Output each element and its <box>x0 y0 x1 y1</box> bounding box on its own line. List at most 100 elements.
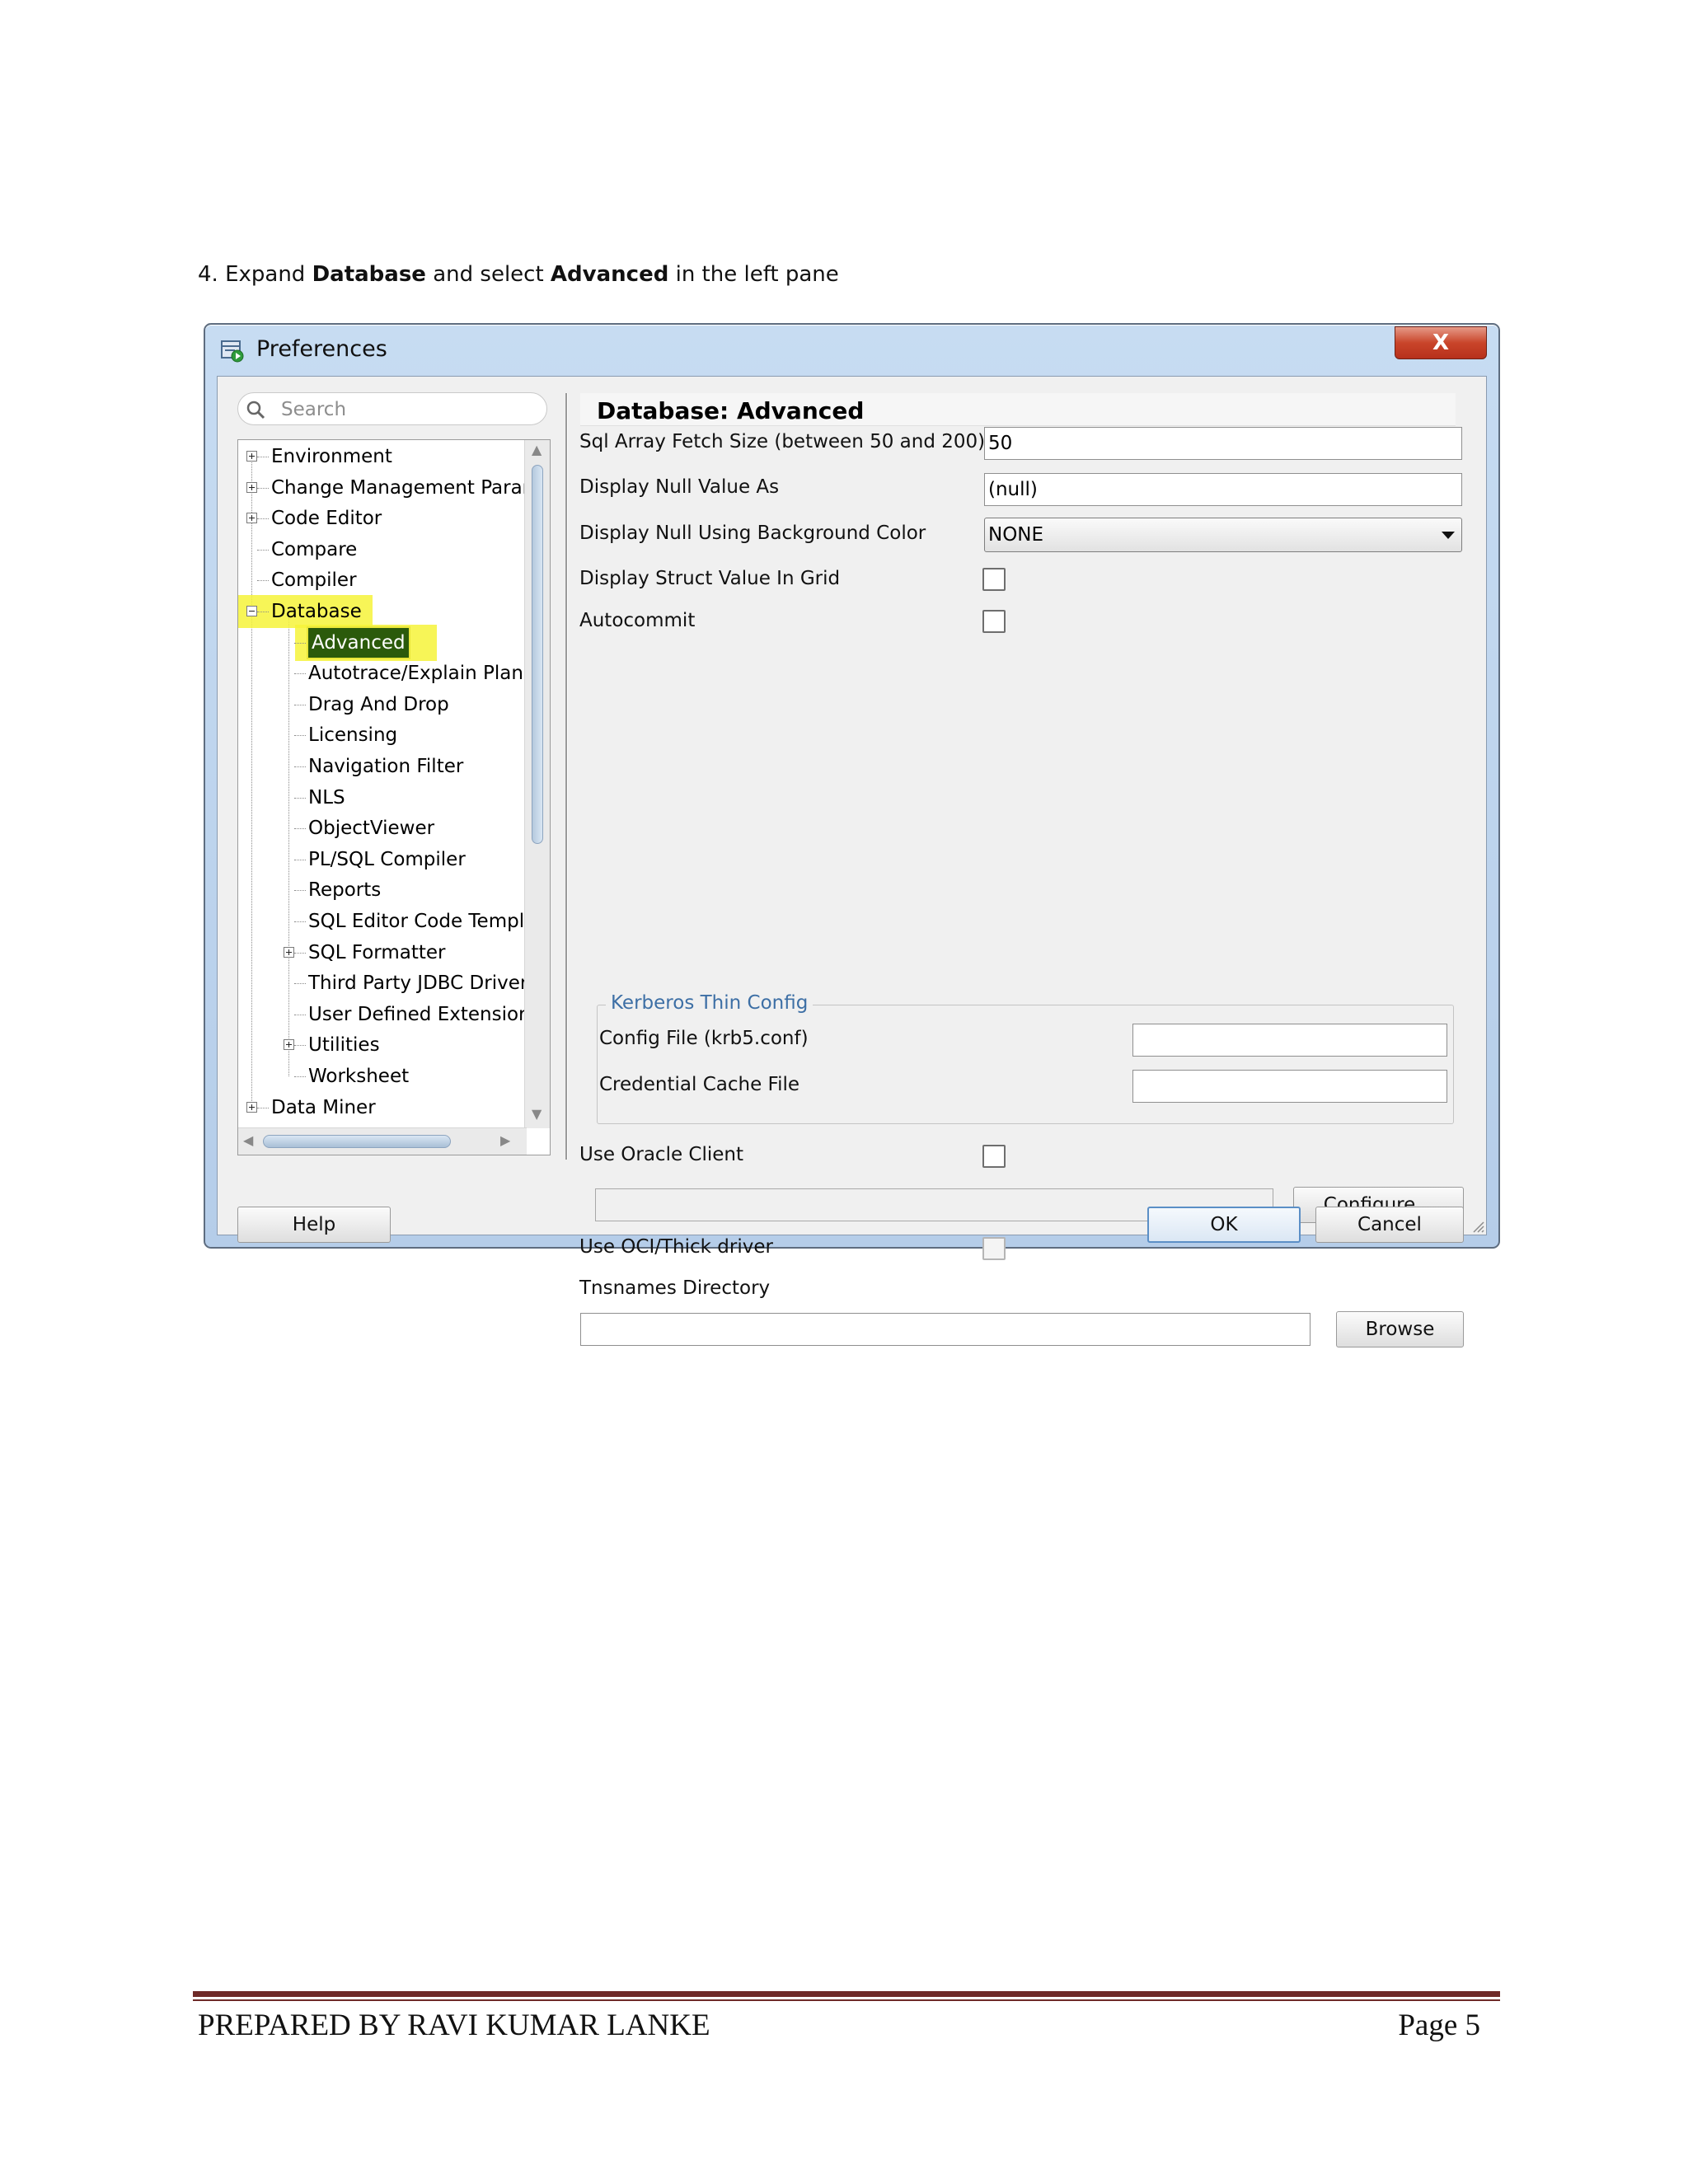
autocommit-label: Autocommit <box>579 610 696 631</box>
tree-item[interactable]: Database <box>238 597 527 626</box>
tree-item[interactable]: Reports <box>238 875 527 905</box>
expand-icon[interactable] <box>246 513 257 524</box>
tree-connector <box>294 673 306 675</box>
tree-item[interactable]: Third Party JDBC Driver <box>238 968 527 998</box>
scroll-up-icon[interactable]: ▲ <box>532 442 542 457</box>
tree-item-label: User Defined Extensior <box>308 1003 527 1025</box>
null-bg-select[interactable]: NONE <box>984 518 1462 552</box>
tree-connector <box>294 952 306 954</box>
scroll-right-icon[interactable]: ▶ <box>500 1132 510 1148</box>
tree-connector <box>257 580 269 582</box>
tree-connector <box>294 1076 306 1077</box>
expand-icon[interactable] <box>246 481 257 493</box>
expand-icon[interactable] <box>246 1101 257 1113</box>
tree-item-label: Environment <box>271 446 392 467</box>
dialog-client-area: Search Environment Change Management Para… <box>217 376 1487 1347</box>
tree-item-label: Code Editor <box>271 508 382 530</box>
tree-connector <box>294 921 306 922</box>
tree-item[interactable]: Utilities <box>238 1030 527 1060</box>
autocommit-checkbox[interactable] <box>982 610 1006 633</box>
chevron-down-icon <box>1442 532 1455 539</box>
resize-grip-icon[interactable] <box>1468 1216 1484 1233</box>
tree-item[interactable]: User Defined Extensior <box>238 1000 527 1029</box>
ok-button[interactable]: OK <box>1147 1207 1301 1243</box>
oci-thick-driver-checkbox[interactable] <box>982 1237 1006 1260</box>
preferences-tree[interactable]: Environment Change Management Parar Code E… <box>237 439 551 1155</box>
tree-item-label: SQL Formatter <box>308 941 446 963</box>
tnsnames-label: Tnsnames Directory <box>579 1277 771 1299</box>
tree-item[interactable]: NLS <box>238 783 527 813</box>
tree-item[interactable]: Advanced <box>238 626 527 659</box>
tree-connector <box>294 766 306 767</box>
expand-icon[interactable] <box>246 451 257 462</box>
tree-item[interactable]: Worksheet <box>238 1062 527 1091</box>
tree-connector <box>257 518 269 520</box>
tree-horizontal-scrollbar[interactable]: ◀ ▶ <box>238 1127 527 1155</box>
vertical-scroll-thumb[interactable] <box>532 465 543 844</box>
scroll-left-icon[interactable]: ◀ <box>243 1132 253 1148</box>
tree-item-label: Advanced <box>307 626 410 659</box>
tree-item-label: Third Party JDBC Driver <box>308 972 527 995</box>
credential-cache-field[interactable] <box>1132 1070 1447 1103</box>
config-file-field[interactable] <box>1132 1024 1447 1057</box>
help-button[interactable]: Help <box>237 1207 391 1243</box>
tree-item[interactable]: Change Management Parar <box>238 473 527 503</box>
kerberos-group: Kerberos Thin Config <box>597 992 1454 1124</box>
collapse-icon[interactable] <box>246 606 257 616</box>
fetch-size-field[interactable]: 50 <box>984 427 1462 460</box>
pane-divider[interactable] <box>565 393 568 1160</box>
instruction-middle: and select <box>425 262 551 287</box>
tree-item-label: Compare <box>271 538 358 560</box>
tree-item[interactable]: SQL Formatter <box>238 938 527 968</box>
close-button[interactable]: X <box>1395 326 1487 359</box>
footer-page-number: Page 5 <box>1398 2008 1480 2042</box>
footer-rule-thin <box>193 1999 1500 2001</box>
browse-button[interactable]: Browse <box>1336 1311 1464 1347</box>
tree-vertical-scrollbar[interactable]: ▲ ▼ <box>524 440 550 1128</box>
oracle-client-label: Use Oracle Client <box>579 1144 744 1165</box>
tree-item-label: Data Miner <box>271 1096 376 1118</box>
tree-item-label: SQL Editor Code Templ <box>308 911 525 932</box>
oci-thick-driver-label: Use OCI/Thick driver <box>579 1236 773 1258</box>
instruction-suffix: in the left pane <box>668 262 839 287</box>
config-file-label: Config File (krb5.conf) <box>599 1028 809 1049</box>
tree-item-label: Worksheet <box>308 1066 410 1087</box>
tree-item[interactable]: ObjectViewer <box>238 813 527 843</box>
tree-item[interactable]: Compiler <box>238 565 527 595</box>
oracle-client-checkbox[interactable] <box>982 1145 1006 1168</box>
instruction-prefix: 4. Expand <box>198 262 312 287</box>
expand-icon[interactable] <box>284 946 294 958</box>
tree-item[interactable]: Licensing <box>238 720 527 750</box>
tree-item-label: Database <box>271 601 362 622</box>
search-input[interactable]: Search <box>237 392 547 425</box>
tree-item[interactable]: SQL Editor Code Templ <box>238 907 527 936</box>
tree-connector <box>294 642 306 644</box>
title-bar[interactable]: Preferences X <box>205 325 1498 376</box>
struct-checkbox[interactable] <box>982 568 1006 591</box>
scroll-down-icon[interactable]: ▼ <box>532 1106 542 1122</box>
ok-button-label: OK <box>1210 1214 1238 1235</box>
tree-connector <box>294 1045 306 1047</box>
horizontal-scroll-thumb[interactable] <box>263 1135 451 1148</box>
tree-item[interactable]: PL/SQL Compiler <box>238 845 527 874</box>
credential-cache-label: Credential Cache File <box>599 1074 800 1095</box>
tree-item[interactable]: Drag And Drop <box>238 690 527 719</box>
search-icon <box>245 399 266 424</box>
tree-item[interactable]: Compare <box>238 535 527 565</box>
tree-item[interactable]: Data Miner <box>238 1093 527 1122</box>
null-value-field[interactable]: (null) <box>984 473 1462 506</box>
tree-item-label: Utilities <box>308 1034 380 1057</box>
tree-item-label: Navigation Filter <box>308 756 464 777</box>
tree-item[interactable]: Environment <box>238 442 527 471</box>
tree-connector <box>294 828 306 830</box>
tree-item[interactable]: Code Editor <box>238 504 527 533</box>
footer-author: PREPARED BY RAVI KUMAR LANKE <box>198 2008 710 2042</box>
expand-icon[interactable] <box>284 1039 294 1051</box>
tree-item-label: Reports <box>308 879 382 902</box>
cancel-button[interactable]: Cancel <box>1315 1207 1464 1243</box>
tnsnames-field[interactable] <box>580 1313 1311 1346</box>
tree-item[interactable]: Navigation Filter <box>238 752 527 781</box>
help-button-label: Help <box>292 1214 336 1235</box>
tree-item[interactable]: Autotrace/Explain Plan <box>238 658 527 688</box>
tree-connector <box>257 549 269 551</box>
